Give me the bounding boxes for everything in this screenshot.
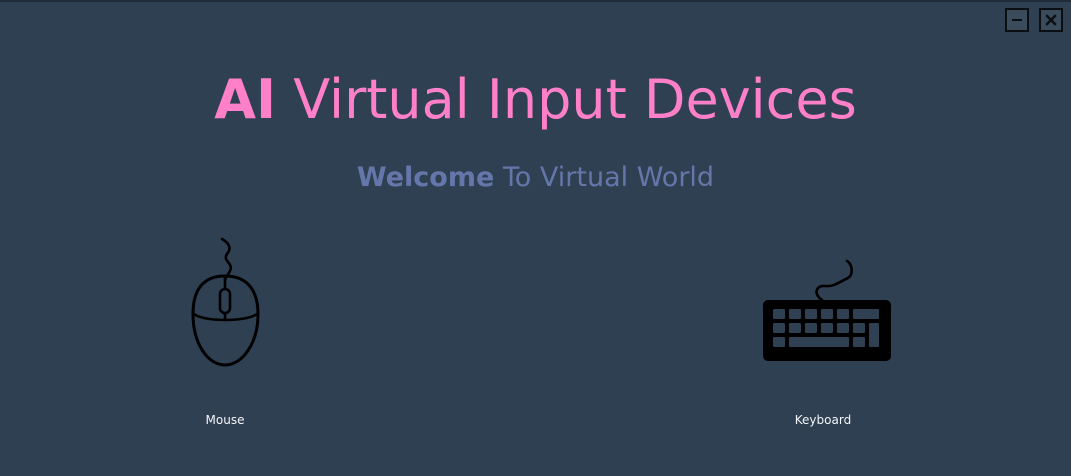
close-button[interactable] xyxy=(1039,8,1063,32)
keyboard-label: Keyboard xyxy=(794,413,852,427)
mouse-label: Mouse xyxy=(205,413,245,427)
keyboard-icon-wrap xyxy=(752,250,894,366)
window-controls xyxy=(1005,8,1063,32)
mouse-icon xyxy=(191,237,260,367)
minimize-icon xyxy=(1012,19,1022,21)
mouse-device-button[interactable]: Mouse xyxy=(174,232,276,428)
subtitle-rest: To Virtual World xyxy=(494,162,715,193)
keyboard-device-button[interactable]: Keyboard xyxy=(752,250,894,428)
welcome-subtitle: Welcome To Virtual World xyxy=(0,158,1071,198)
window-top-edge xyxy=(0,0,1071,2)
close-icon xyxy=(1045,14,1057,26)
mouse-icon-wrap xyxy=(174,232,276,372)
minimize-button[interactable] xyxy=(1005,8,1029,32)
app-title-strong: AI xyxy=(214,68,277,131)
subtitle-strong: Welcome xyxy=(356,162,495,193)
keyboard-icon xyxy=(763,259,891,361)
app-title: AI Virtual Input Devices xyxy=(0,62,1071,138)
app-title-rest: Virtual Input Devices xyxy=(276,68,857,131)
app-window: AI Virtual Input Devices Welcome To Virt… xyxy=(0,0,1071,476)
